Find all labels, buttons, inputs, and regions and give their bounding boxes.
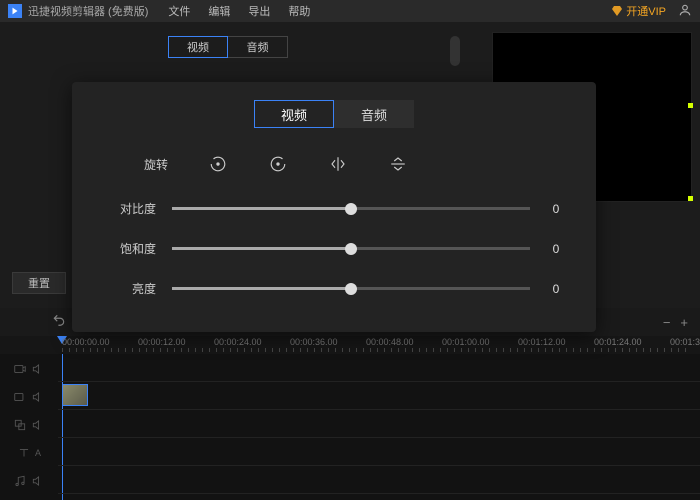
timeline-tick: 00:00:00.00	[62, 337, 110, 347]
diamond-icon	[611, 5, 623, 17]
track-overlay-icon[interactable]	[0, 412, 58, 438]
timeline-tick: 00:00:36.00	[290, 337, 338, 347]
contrast-value: 0	[546, 202, 566, 216]
timeline-ruler[interactable]: 00:00:00.00 00:00:12.00 00:00:24.00 00:00:3…	[0, 336, 700, 354]
timeline-tick: 00:01:12.00	[518, 337, 566, 347]
track-audio-icon[interactable]	[0, 468, 58, 494]
main-area: 视频 音频 重置 视频 音频 旋转	[0, 22, 700, 500]
crop-handle-icon[interactable]	[688, 196, 693, 201]
user-icon[interactable]	[678, 3, 692, 20]
menu-help[interactable]: 帮助	[288, 3, 310, 19]
contrast-label: 对比度	[114, 200, 156, 217]
brightness-value: 0	[546, 282, 566, 296]
flip-vertical-icon[interactable]	[388, 154, 408, 174]
brightness-slider[interactable]	[172, 287, 530, 290]
timeline-tracks: A	[0, 354, 700, 500]
app-title: 迅捷视频剪辑器 (免费版)	[28, 3, 148, 19]
timeline-tick: 00:00:48.00	[366, 337, 414, 347]
saturation-label: 饱和度	[114, 240, 156, 257]
track-video-icon[interactable]	[0, 356, 58, 382]
menu-export[interactable]: 导出	[248, 3, 270, 19]
outer-tab-audio[interactable]: 音频	[228, 36, 288, 58]
panel-tab-video[interactable]: 视频	[254, 100, 334, 128]
zoom-in-button[interactable]: +	[680, 315, 688, 330]
rotate-ccw-icon[interactable]	[208, 154, 228, 174]
timeline-tick: 00:00:12.00	[138, 337, 186, 347]
track-text-icon[interactable]: A	[0, 440, 58, 466]
contrast-row: 对比度 0	[114, 200, 566, 217]
panel-scrollbar[interactable]	[450, 36, 460, 66]
vip-button[interactable]: 开通VIP	[611, 3, 666, 19]
rotate-label: 旋转	[144, 156, 168, 173]
menu-file[interactable]: 文件	[168, 3, 190, 19]
app-logo-icon	[8, 4, 22, 18]
contrast-slider[interactable]	[172, 207, 530, 210]
timeline-tick: 00:00:24.00	[214, 337, 262, 347]
saturation-slider[interactable]	[172, 247, 530, 250]
panel-tabs: 视频 音频	[254, 100, 414, 128]
playhead-line[interactable]	[62, 354, 63, 500]
adjust-panel: 视频 音频 旋转 对比度 0 饱和度 0	[72, 82, 596, 332]
outer-tab-video[interactable]: 视频	[168, 36, 228, 58]
brightness-label: 亮度	[114, 280, 156, 297]
saturation-row: 饱和度 0	[114, 240, 566, 257]
main-menu: 文件 编辑 导出 帮助	[168, 3, 310, 19]
saturation-value: 0	[546, 242, 566, 256]
reset-button[interactable]: 重置	[12, 272, 66, 294]
crop-handle-icon[interactable]	[688, 103, 693, 108]
undo-icon[interactable]	[52, 313, 66, 332]
rotate-row: 旋转	[144, 154, 408, 174]
outer-tabs: 视频 音频	[168, 36, 288, 58]
timeline-tick: 00:01:36.00	[670, 337, 700, 347]
video-clip[interactable]	[62, 384, 88, 406]
timeline-tick: 00:01:24.00	[594, 337, 642, 347]
panel-tab-audio[interactable]: 音频	[334, 100, 414, 128]
rotate-cw-icon[interactable]	[268, 154, 288, 174]
flip-horizontal-icon[interactable]	[328, 154, 348, 174]
timeline-tick: 00:01:00.00	[442, 337, 490, 347]
brightness-row: 亮度 0	[114, 280, 566, 297]
titlebar: 迅捷视频剪辑器 (免费版) 文件 编辑 导出 帮助 开通VIP	[0, 0, 700, 22]
zoom-out-button[interactable]: −	[663, 315, 671, 330]
track-video2-icon[interactable]	[0, 384, 58, 410]
menu-edit[interactable]: 编辑	[208, 3, 230, 19]
